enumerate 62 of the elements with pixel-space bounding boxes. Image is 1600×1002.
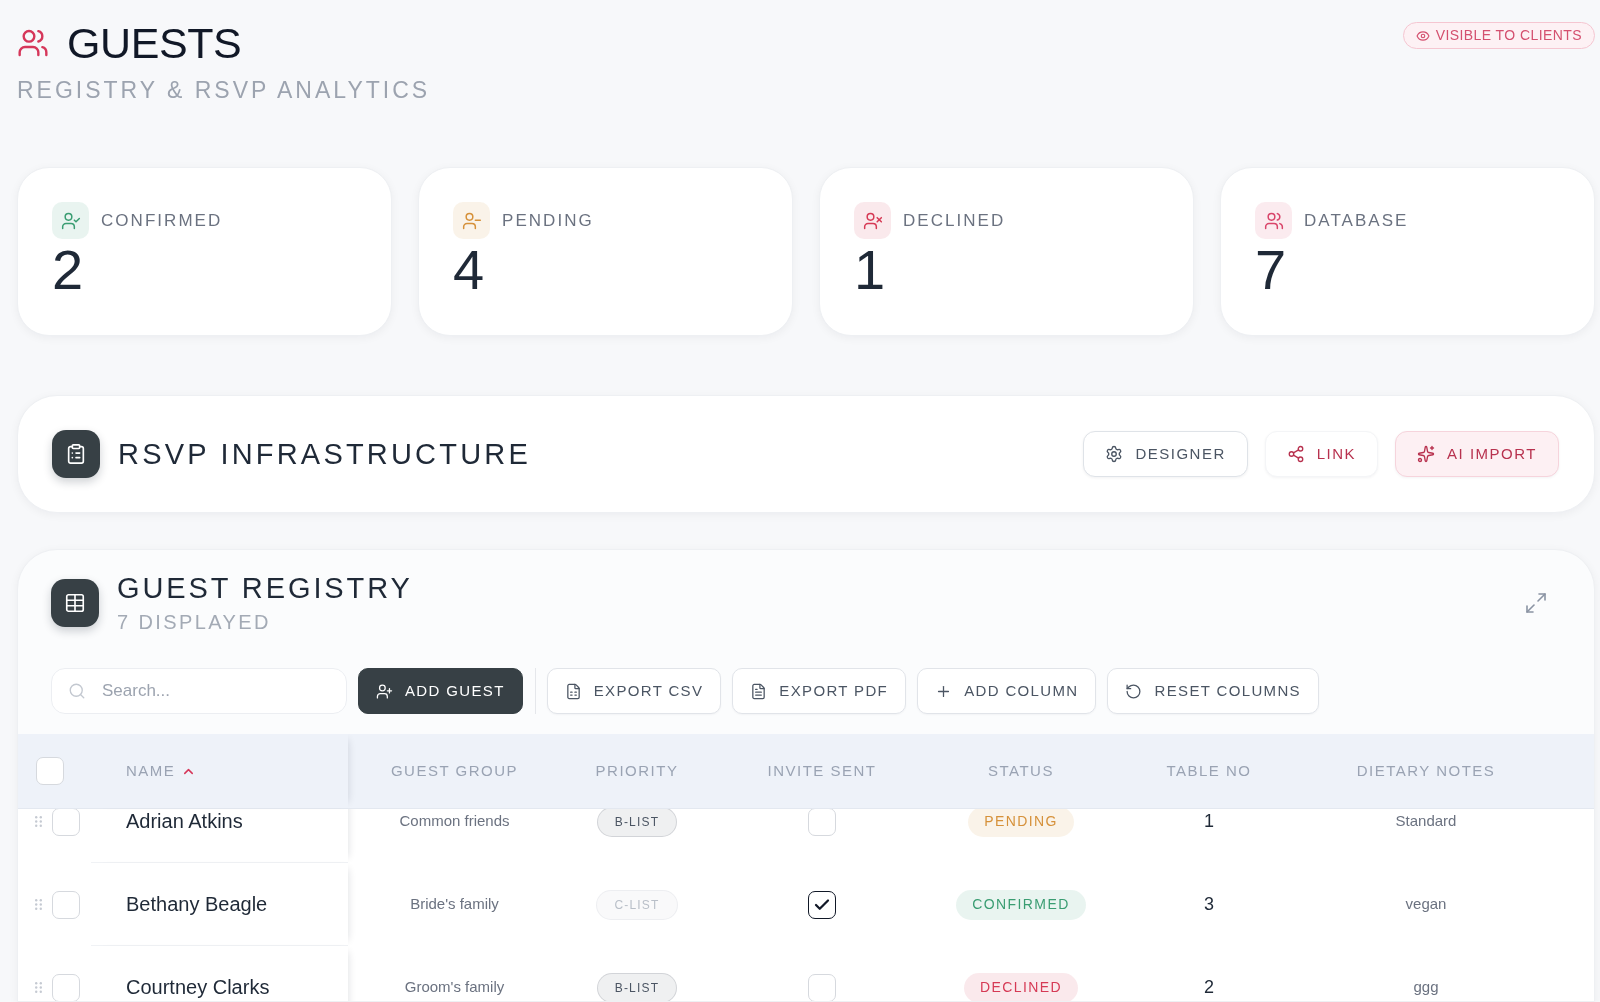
search-icon xyxy=(68,682,86,700)
guest-group: Groom's family xyxy=(404,976,505,999)
dietary-note: Standard xyxy=(1395,811,1457,832)
share-icon xyxy=(1286,445,1305,463)
panel-title: RSVP INFRASTRUCTURE xyxy=(118,437,531,471)
guest-name: Courtney Clarks xyxy=(126,975,270,1000)
toolbar-button[interactable]: LINK xyxy=(1264,431,1379,477)
drag-handle-icon[interactable] xyxy=(35,899,42,910)
eye-icon xyxy=(1415,28,1430,43)
drag-handle-icon[interactable] xyxy=(35,816,42,827)
stat-label: CONFIRMED xyxy=(101,209,223,232)
stat-label: PENDING xyxy=(502,209,594,232)
status-badge: DECLINED xyxy=(964,972,1078,1001)
drag-handle-icon[interactable] xyxy=(35,982,42,993)
document-icon xyxy=(750,682,768,700)
guest-group: Common friends xyxy=(399,810,510,833)
expand-icon[interactable] xyxy=(1524,591,1548,615)
dietary-note: vegan xyxy=(1405,894,1447,915)
guest-group: Bride's family xyxy=(410,893,499,916)
stat-label: DATABASE xyxy=(1304,209,1409,232)
stat-label: DECLINED xyxy=(903,209,1006,232)
toolbar-button[interactable]: ADD GUEST xyxy=(358,668,523,714)
toolbar-button[interactable]: EXPORT CSV xyxy=(546,668,722,714)
table-number: 3 xyxy=(1204,893,1214,916)
badge-label: VISIBLE TO CLIENTS xyxy=(1435,26,1582,45)
priority-badge: B-LIST xyxy=(596,972,678,1001)
row-checkbox[interactable] xyxy=(52,973,80,1001)
stat-value: 2 xyxy=(52,241,84,299)
stat-value: 7 xyxy=(1255,241,1287,299)
toolbar-button[interactable]: AI IMPORT xyxy=(1395,431,1559,477)
status-badge: CONFIRMED xyxy=(956,889,1086,920)
gear-icon xyxy=(1105,445,1124,463)
status-badge: PENDING xyxy=(968,809,1074,837)
guest-name: Adrian Atkins xyxy=(126,809,243,834)
user-plus-icon xyxy=(376,682,393,700)
toolbar-button[interactable]: RESET COLUMNS xyxy=(1107,668,1319,714)
dietary-note: ggg xyxy=(1413,977,1439,998)
spreadsheet-file-icon xyxy=(564,682,582,700)
stat-value: 4 xyxy=(453,241,485,299)
users-icon xyxy=(17,27,49,59)
guest-name: Bethany Beagle xyxy=(126,892,268,917)
rotate-icon xyxy=(1125,682,1143,700)
sparkles-icon xyxy=(1417,445,1436,463)
panel-title: GUEST REGISTRY xyxy=(117,571,413,605)
table-icon xyxy=(51,579,99,627)
toolbar-button[interactable]: DESIGNER xyxy=(1083,431,1248,477)
priority-badge: B-LIST xyxy=(596,809,678,837)
select-all-checkbox[interactable] xyxy=(36,757,64,785)
toolbar-button[interactable]: EXPORT PDF xyxy=(732,668,907,714)
search-field[interactable]: Search... xyxy=(51,668,347,714)
row-checkbox[interactable] xyxy=(52,890,80,919)
displayed-count: 7 DISPLAYED xyxy=(117,610,272,635)
table-number: 1 xyxy=(1204,810,1214,833)
page-title: GUESTS xyxy=(67,18,242,69)
invite-checkbox[interactable] xyxy=(808,890,836,919)
clipboard-icon xyxy=(52,430,100,478)
table-number: 2 xyxy=(1204,976,1214,999)
toolbar-button[interactable]: ADD COLUMN xyxy=(917,668,1097,714)
page-subtitle: REGISTRY & RSVP ANALYTICS xyxy=(17,76,431,105)
priority-badge: C-LIST xyxy=(596,889,678,920)
stat-value: 1 xyxy=(854,241,886,299)
row-checkbox[interactable] xyxy=(52,809,80,836)
